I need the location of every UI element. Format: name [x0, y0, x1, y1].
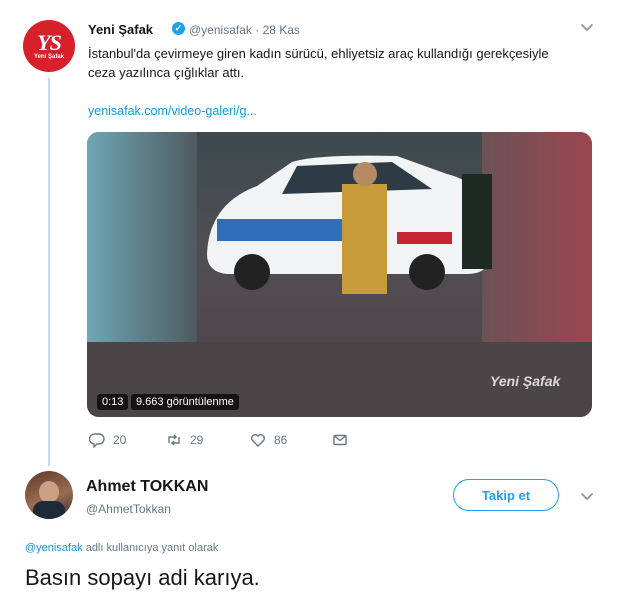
reply-context: @yenisafak adlı kullanıcıya yanıt olarak [25, 542, 218, 554]
like-count: 86 [274, 433, 288, 447]
reply-button[interactable]: 20 [89, 432, 126, 448]
reply-to-handle[interactable]: @yenisafak [25, 542, 83, 554]
video-watermark: Yeni Şafak [490, 373, 561, 389]
avatar-yenisafak[interactable]: YS Yeni Şafak [23, 20, 75, 72]
direct-message-button[interactable] [332, 432, 356, 448]
retweet-count: 29 [190, 433, 204, 447]
tweet1-text: İstanbul'da çevirmeye giren kadın sürücü… [88, 44, 578, 82]
verified-icon: ✓ [172, 22, 185, 35]
tweet2-text: Basın sopayı adi karıya. [25, 565, 260, 590]
follow-button[interactable]: Takip et [453, 479, 559, 511]
like-button[interactable]: 86 [250, 432, 287, 448]
tweet1-link[interactable]: yenisafak.com/video-galeri/g... [88, 104, 257, 118]
avatar-body [33, 501, 65, 519]
tweet2-handle[interactable]: @AhmetTokkan [86, 502, 171, 516]
video-police-car [207, 155, 492, 294]
chevron-down-icon[interactable] [578, 487, 596, 505]
retweet-button[interactable]: 29 [166, 432, 203, 448]
chevron-down-icon[interactable] [578, 18, 596, 36]
like-icon [251, 434, 265, 447]
avatar-ahmettokkan[interactable] [25, 471, 73, 519]
video-view-count: 9.663 görüntülenme [131, 394, 239, 410]
tweet1-text-line2: ceza yazılınca çığlıklar attı. [88, 65, 245, 80]
tweet1-text-line1: İstanbul'da çevirmeye giren kadın sürücü… [88, 46, 549, 61]
tweet2-author-name[interactable]: Ahmet TOKKAN [86, 478, 208, 496]
tweet1-handle-date[interactable]: @yenisafak · 28 Kas [189, 23, 300, 37]
video-timestamp: 0:13 [97, 394, 129, 410]
reply-icon [89, 433, 105, 448]
reply-count: 20 [113, 433, 127, 447]
retweet-icon [168, 434, 180, 446]
tweet1-author-name[interactable]: Yeni Şafak [88, 22, 153, 37]
avatar-logo-subtext: Yeni Şafak [33, 53, 65, 60]
tweet1-date[interactable]: · 28 Kas [255, 23, 300, 37]
dm-icon [333, 434, 347, 446]
thread-connector-line [48, 78, 50, 466]
avatar-logo-text: YS [37, 29, 62, 55]
tweet1-handle[interactable]: @yenisafak [189, 23, 252, 37]
reply-to-suffix: adlı kullanıcıya yanıt olarak [82, 542, 219, 554]
avatar-face [39, 481, 59, 503]
